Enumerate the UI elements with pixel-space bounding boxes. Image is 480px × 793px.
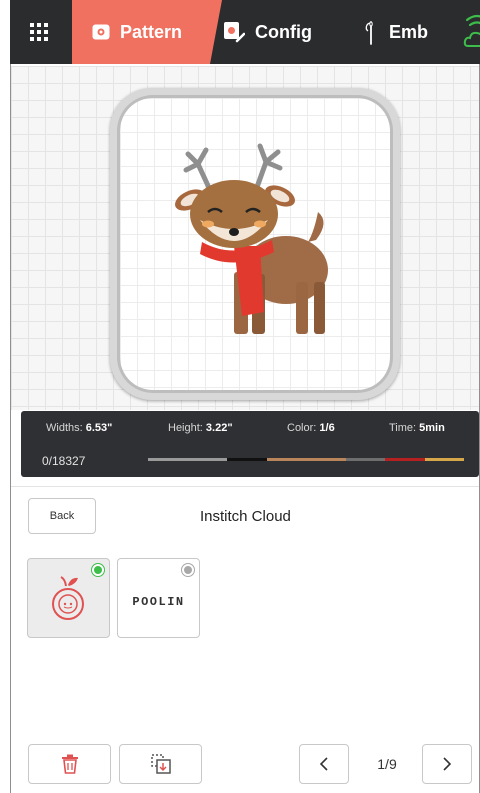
cloud-title: Institch Cloud — [200, 508, 291, 525]
color-label: Color: — [287, 422, 317, 434]
chevron-right-icon — [443, 757, 452, 771]
thread-color-segment — [385, 458, 425, 461]
thread-color-segment — [345, 458, 385, 461]
tab-emb-label: Emb — [389, 21, 429, 42]
chevron-left-icon — [319, 757, 328, 771]
tab-pattern-label: Pattern — [120, 21, 183, 42]
delete-button[interactable] — [28, 744, 111, 784]
time-value: 5min — [419, 422, 445, 434]
deer-design-preview[interactable] — [168, 142, 333, 342]
apps-grid-icon[interactable] — [10, 0, 68, 64]
thread-color-segment — [227, 458, 267, 461]
copy-to-machine-button[interactable] — [119, 744, 202, 784]
config-icon — [223, 21, 245, 43]
time-label: Time: — [389, 422, 417, 434]
divider — [11, 486, 479, 487]
cloud-item-poolin[interactable]: POOLIN — [117, 558, 200, 638]
tab-config-label: Config — [255, 21, 312, 42]
next-page-button[interactable] — [422, 744, 472, 784]
thread-color-sequence — [148, 458, 464, 461]
apple-design-icon — [52, 576, 84, 620]
tab-emb[interactable]: Emb — [353, 0, 458, 64]
width-value: 6.53" — [85, 422, 113, 434]
needle-icon — [363, 19, 379, 45]
thread-color-segment — [306, 458, 346, 461]
width-label: Widths: — [46, 422, 83, 434]
pattern-icon — [92, 24, 110, 40]
thread-color-segment — [424, 458, 464, 461]
thread-color-segment — [148, 458, 188, 461]
selected-status-dot — [92, 564, 104, 576]
top-nav-bar: Pattern Config Emb — [10, 0, 480, 64]
previous-page-button[interactable] — [299, 744, 349, 784]
color-value: 1/6 — [319, 422, 335, 434]
thread-color-segment — [187, 458, 227, 461]
width-info: Widths: 6.53" — [46, 422, 112, 434]
copy-icon — [150, 754, 171, 774]
thread-color-segment — [266, 458, 306, 461]
tab-config[interactable]: Config — [223, 0, 343, 64]
tab-pattern[interactable]: Pattern — [72, 0, 222, 64]
unselected-status-dot — [182, 564, 194, 576]
trash-icon — [61, 754, 78, 774]
height-value: 3.22" — [205, 422, 233, 434]
pattern-info-bar: Widths: 6.53" Height: 3.22" Color: 1/6 T… — [21, 411, 479, 477]
stitch-progress: 0/18327 — [42, 454, 86, 468]
wifi-cloud-icon[interactable] — [459, 8, 480, 56]
back-button[interactable]: Back — [28, 498, 96, 534]
time-info: Time: 5min — [389, 422, 445, 434]
height-info: Height: 3.22" — [168, 422, 233, 434]
page-indicator: 1/9 — [377, 756, 397, 772]
poolin-logo-text: POOLIN — [132, 595, 185, 609]
color-info: Color: 1/6 — [287, 422, 335, 434]
cloud-item-apple[interactable] — [27, 558, 110, 638]
height-label: Height: — [168, 422, 203, 434]
